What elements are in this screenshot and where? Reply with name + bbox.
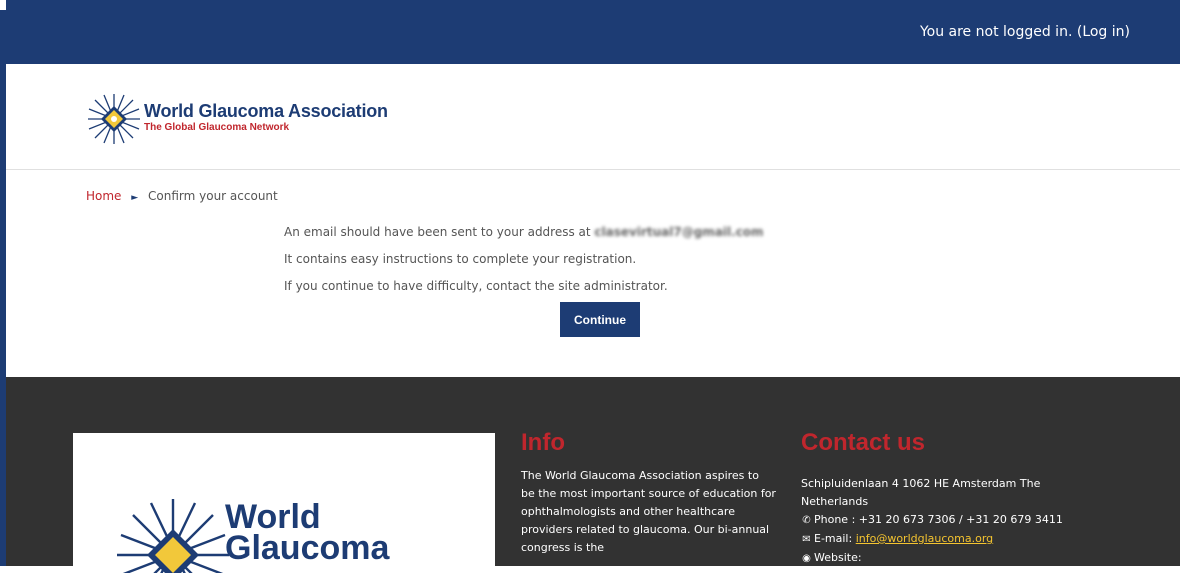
login-link[interactable]: Log in [1082, 24, 1124, 40]
contact-heading: Contact us [801, 429, 926, 456]
footer-logo-card: World Glaucoma [73, 433, 495, 573]
wga-starburst-logo-icon [88, 94, 140, 144]
site-header: World Glaucoma Association The Global Gl… [6, 64, 1180, 170]
continue-button[interactable]: Continue [560, 302, 640, 337]
contact-address: Schipluidenlaan 4 1062 HE Amsterdam The … [801, 477, 1041, 508]
breadcrumb-current: Confirm your account [148, 189, 278, 203]
breadcrumb-home-link[interactable]: Home [86, 189, 121, 203]
contact-phone: ✆ Phone : +31 20 673 7306 / +31 20 679 34… [801, 511, 1076, 530]
logo-subtitle: The Global Glaucoma Network [144, 122, 290, 133]
footer-logo-text: World Glaucoma [225, 498, 390, 567]
contact-details: Schipluidenlaan 4 1062 HE Amsterdam The … [801, 475, 1076, 568]
confirmation-instructions-line: It contains easy instructions to complet… [284, 252, 637, 266]
triangle-right-icon: ► [131, 193, 139, 203]
confirmation-help-line: If you continue to have difficulty, cont… [284, 279, 668, 293]
contact-website: ◉ Website: [801, 549, 1076, 568]
info-text: The World Glaucoma Association aspires t… [521, 469, 776, 554]
top-navbar: You are not logged in. (Log in) [6, 0, 1180, 64]
wga-starburst-logo-icon [117, 499, 229, 573]
user-email-address: clasevirtual7@gmail.com [594, 225, 764, 239]
contact-email: ✉ E-mail: info@worldglaucoma.org [801, 530, 1076, 549]
login-status: You are not logged in. (Log in) [919, 24, 1130, 40]
info-heading: Info [521, 429, 565, 456]
logo-title: World Glaucoma Association [144, 101, 388, 121]
globe-icon: ◉ [802, 553, 811, 564]
phone-icon: ✆ [802, 515, 811, 526]
contact-email-link[interactable]: info@worldglaucoma.org [856, 532, 993, 545]
confirmation-email-line: An email should have been sent to your a… [284, 225, 764, 239]
envelope-icon: ✉ [802, 534, 811, 545]
breadcrumb: Home ► Confirm your account [86, 189, 278, 203]
site-footer: World Glaucoma Info The World Glaucoma A… [6, 377, 1180, 573]
site-logo[interactable]: World Glaucoma Association The Global Gl… [86, 92, 388, 146]
